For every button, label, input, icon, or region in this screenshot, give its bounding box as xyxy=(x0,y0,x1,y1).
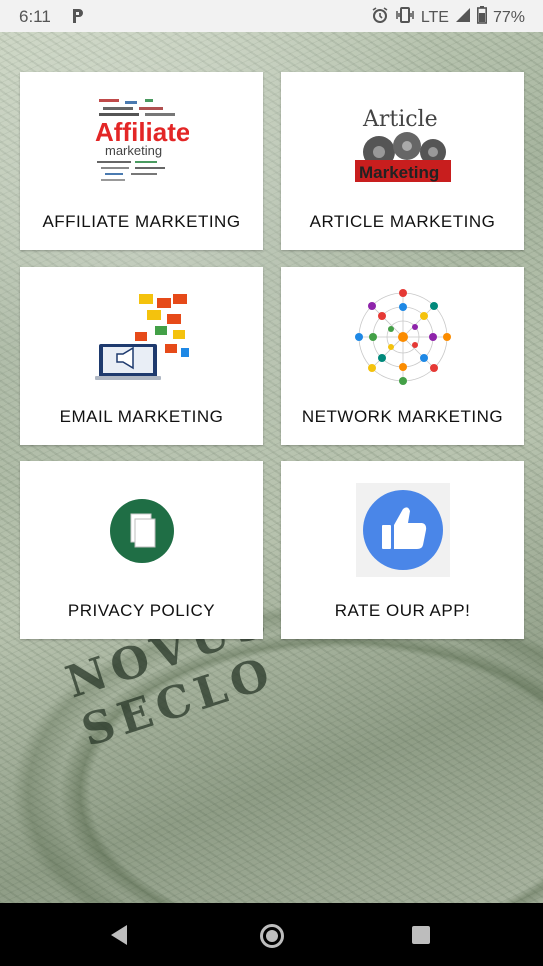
privacy-document-icon xyxy=(109,498,175,564)
tile-label: ARTICLE MARKETING xyxy=(309,212,496,231)
alarm-icon xyxy=(371,6,389,29)
tile-label: PRIVACY POLICY xyxy=(67,601,216,620)
email-marketing-image xyxy=(94,292,189,382)
status-time: 6:11 xyxy=(19,7,51,26)
battery-percent: 77% xyxy=(492,8,525,26)
article-marketing-image: Article Marketing xyxy=(354,100,451,184)
marketing-word-2: Marketing xyxy=(359,163,439,182)
p-icon xyxy=(72,8,84,24)
tile-affiliate-marketing[interactable]: Affiliate marketing AFFILIATE MARKETING xyxy=(20,72,263,250)
status-bar: 6:11 LTE 77% xyxy=(0,0,543,32)
affiliate-marketing-image: Affiliate marketing xyxy=(95,97,190,185)
tile-label: RATE OUR APP! xyxy=(334,601,471,620)
tile-article-marketing[interactable]: Article Marketing ARTICLE MARKETING xyxy=(281,72,524,250)
network-marketing-image xyxy=(354,289,451,385)
tile-email-marketing[interactable]: EMAIL MARKETING xyxy=(20,267,263,445)
network-nodes xyxy=(354,289,451,385)
tile-network-marketing[interactable]: NETWORK MARKETING xyxy=(281,267,524,445)
battery-icon xyxy=(476,6,487,29)
home-icon[interactable] xyxy=(260,924,284,948)
marketing-word: marketing xyxy=(105,143,162,158)
tile-privacy-policy[interactable]: PRIVACY POLICY xyxy=(20,461,263,639)
tile-label: EMAIL MARKETING xyxy=(59,407,224,426)
recent-apps-icon[interactable] xyxy=(412,926,430,944)
vibrate-icon xyxy=(395,6,415,29)
article-word: Article xyxy=(362,107,438,132)
network-label: LTE xyxy=(420,8,449,26)
signal-icon xyxy=(455,7,471,28)
tile-rate-our-app[interactable]: RATE OUR APP! xyxy=(281,461,524,639)
navigation-bar xyxy=(0,903,543,966)
back-icon[interactable] xyxy=(111,925,127,945)
tile-label: NETWORK MARKETING xyxy=(301,407,504,426)
thumbs-up-icon xyxy=(355,483,450,577)
tile-label: AFFILIATE MARKETING xyxy=(42,212,241,231)
status-icons: LTE 77% xyxy=(371,6,525,29)
